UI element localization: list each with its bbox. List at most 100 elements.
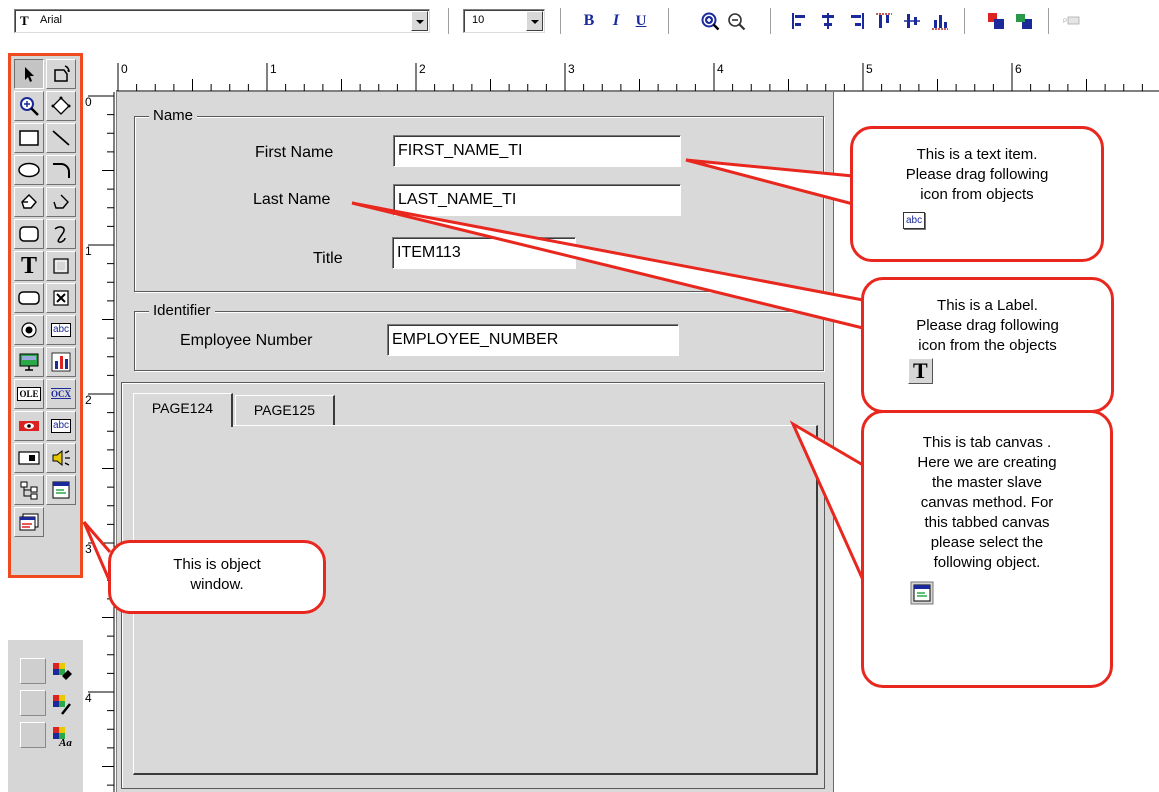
select-tool-button[interactable] (14, 59, 44, 89)
svg-text:Aa: Aa (58, 737, 72, 748)
polygon-tool-button[interactable] (14, 187, 44, 217)
bean-area-tool-button[interactable] (14, 507, 44, 537)
last-name-label[interactable]: Last Name (253, 191, 330, 209)
tab-page124[interactable]: PAGE124 (133, 393, 233, 427)
underline-button[interactable]: U (630, 11, 652, 31)
callout-tab-canvas-line: Here we are creating (917, 454, 1057, 471)
align-left-icon[interactable] (790, 11, 810, 31)
toolbar: T Arial 10 B I U P (0, 0, 1159, 45)
freehand-icon (54, 226, 66, 243)
vertical-ruler: 0 1 2 3 4 (82, 92, 115, 792)
text-color-well[interactable] (20, 722, 46, 748)
property-palette-icon[interactable]: P (1062, 11, 1082, 31)
reshape-icon (51, 96, 71, 115)
sound-item-tool-button[interactable] (46, 443, 76, 473)
title-label[interactable]: Title (313, 250, 343, 268)
bean-area-icon (19, 513, 39, 531)
font-size-combobox[interactable]: 10 (463, 9, 545, 33)
hierarchical-tree-tool-button[interactable] (14, 475, 44, 505)
line-icon (52, 130, 70, 146)
image-tool-button[interactable] (14, 347, 44, 377)
checkbox-icon (53, 290, 69, 306)
frame-icon (53, 258, 69, 274)
send-to-back-icon[interactable] (1014, 11, 1034, 31)
rounded-rectangle-tool-button[interactable] (14, 219, 44, 249)
zoom-in-icon[interactable] (700, 11, 720, 31)
bold-button[interactable]: B (578, 11, 600, 31)
toolbar-separator (448, 8, 450, 34)
display-item-tool-button[interactable] (14, 411, 44, 441)
last-name-text-item[interactable]: LAST_NAME_TI (393, 184, 681, 216)
callout-tab-canvas-line: following object. (933, 554, 1041, 571)
font-name-combobox[interactable]: T Arial (14, 9, 430, 33)
magnify-tool-button[interactable] (14, 91, 44, 121)
arc-tool-button[interactable] (46, 155, 76, 185)
text-item-tool-button[interactable]: abc (46, 315, 76, 345)
italic-button[interactable]: I (606, 11, 626, 31)
font-name-dropdown-button[interactable] (411, 11, 428, 31)
checkbox-tool-button[interactable] (46, 283, 76, 313)
rectangle-tool-button[interactable] (14, 123, 44, 153)
line-color-icon[interactable] (50, 692, 74, 716)
ruler-number: 4 (85, 691, 92, 705)
callout-tab-canvas-line: the master slave (931, 474, 1043, 491)
callout-text-item-line: icon from objects (920, 186, 1034, 203)
button-tool-button[interactable] (14, 283, 44, 313)
ruler-number: 1 (85, 244, 92, 258)
tab-canvas-tool-button[interactable] (46, 475, 76, 505)
rotate-tool-button[interactable] (46, 59, 76, 89)
align-center-icon[interactable] (818, 11, 838, 31)
reshape-tool-button[interactable] (46, 91, 76, 121)
frame-tool-button[interactable] (46, 251, 76, 281)
employee-number-label[interactable]: Employee Number (180, 332, 313, 350)
ruler-number: 5 (866, 62, 873, 76)
font-size-dropdown-button[interactable] (526, 11, 543, 31)
stacked-canvas-tool-button[interactable] (14, 443, 44, 473)
callout-tab-canvas-line: This is tab canvas . (922, 434, 1052, 451)
activex-control-tool-button[interactable]: OCX (46, 379, 76, 409)
callout-object-window-line: This is object (173, 556, 261, 573)
zoom-out-icon[interactable] (726, 11, 746, 31)
chart-tool-button[interactable] (46, 347, 76, 377)
freehand-tool-button[interactable] (46, 219, 76, 249)
ruler-number: 1 (270, 62, 277, 76)
horizontal-ruler: 0 1 2 3 4 5 6 (116, 60, 1159, 92)
employee-number-text-item[interactable]: EMPLOYEE_NUMBER (387, 324, 679, 356)
fill-color-icon[interactable] (50, 660, 74, 684)
color-palette: Aa (8, 640, 83, 792)
tab-page125[interactable]: PAGE125 (235, 395, 335, 425)
polygon-icon (21, 194, 37, 209)
callout-tab-canvas-line: this tabbed canvas (924, 514, 1050, 531)
identifier-frame-title: Identifier (149, 302, 215, 319)
line-color-well[interactable] (20, 690, 46, 716)
ellipse-tool-button[interactable] (14, 155, 44, 185)
text-color-icon[interactable]: Aa (50, 724, 74, 748)
callout-object-window-line: window. (190, 576, 244, 593)
align-top-icon[interactable] (874, 11, 894, 31)
align-right-icon[interactable] (846, 11, 866, 31)
first-name-label[interactable]: First Name (255, 144, 333, 162)
polyline-tool-button[interactable] (46, 187, 76, 217)
first-name-text-item[interactable]: FIRST_NAME_TI (393, 135, 681, 167)
bring-to-front-icon[interactable] (986, 11, 1006, 31)
align-bottom-icon[interactable] (930, 11, 950, 31)
fill-color-well[interactable] (20, 658, 46, 684)
title-text-item[interactable]: ITEM113 (392, 237, 576, 269)
list-item-tool-button[interactable]: abc (46, 411, 76, 441)
name-frame-title: Name (149, 107, 198, 124)
push-button-icon (18, 291, 40, 305)
ole-container-tool-button[interactable]: OLE (14, 379, 44, 409)
callout-tab-canvas: This is tab canvas . Here we are creatin… (861, 410, 1113, 688)
align-middle-icon[interactable] (902, 11, 922, 31)
text-tool-button[interactable]: T (14, 251, 44, 281)
radio-button-tool-button[interactable] (14, 315, 44, 345)
toolbar-separator (668, 8, 670, 34)
line-tool-button[interactable] (46, 123, 76, 153)
text-item-icon: abc (50, 323, 72, 337)
callout-tab-canvas-line: canvas method. For (920, 494, 1054, 511)
toolbar-separator (770, 8, 772, 34)
text-tool-icon: T (908, 358, 933, 384)
callout-object-window: This is object window. (108, 540, 326, 614)
tab-canvas-icon (910, 581, 934, 605)
speaker-icon (52, 449, 70, 467)
